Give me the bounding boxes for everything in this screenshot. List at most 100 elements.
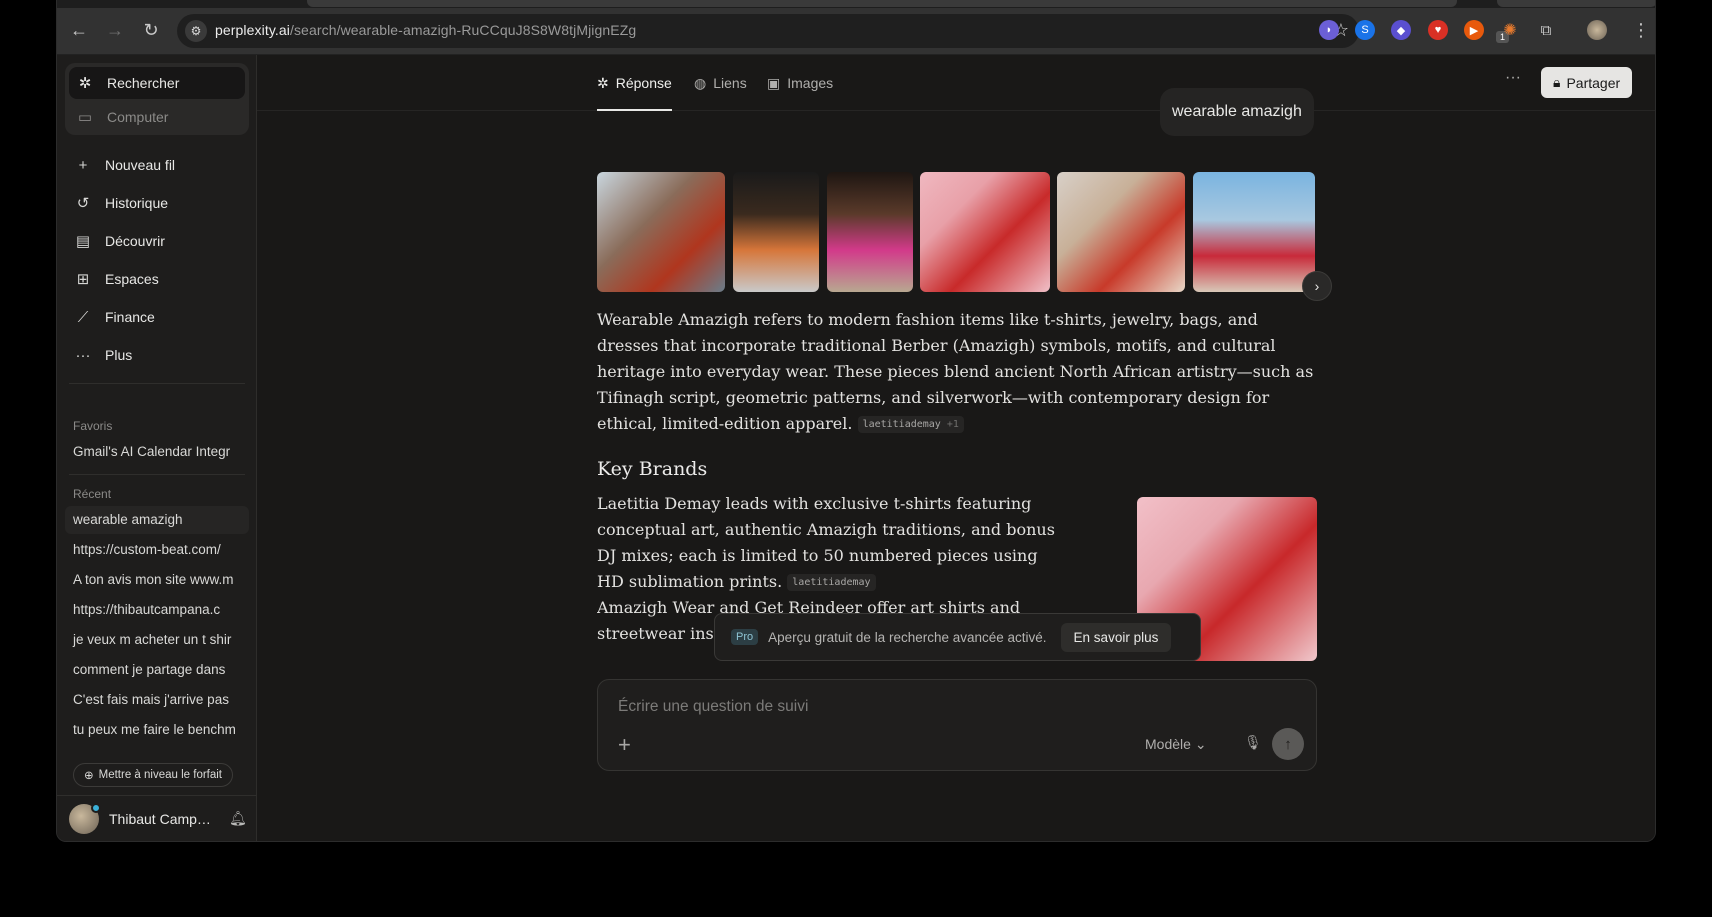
divider bbox=[69, 474, 245, 475]
avatar[interactable] bbox=[69, 803, 101, 834]
nav-discover[interactable]: ▤ Découvrir bbox=[65, 223, 249, 259]
bell-icon[interactable]: 🔔︎ bbox=[229, 810, 247, 827]
plus-icon[interactable]: + bbox=[618, 732, 631, 758]
nav-label: Découvrir bbox=[105, 233, 165, 249]
result-image[interactable] bbox=[1193, 172, 1315, 292]
pro-badge: Pro bbox=[731, 629, 759, 645]
claude-extension-icon[interactable]: ✺ bbox=[1500, 20, 1520, 40]
follow-up-box: Écrire une question de suivi + Modèle ⌄ … bbox=[597, 679, 1317, 771]
mode-label: Rechercher bbox=[107, 75, 180, 91]
nav-label: Plus bbox=[105, 347, 133, 363]
upgrade-button[interactable]: ⊕ Mettre à niveau le forfait bbox=[73, 763, 234, 787]
laptop-icon: ▭ bbox=[77, 109, 93, 126]
recent-item[interactable]: tu peux me faire le benchm bbox=[65, 716, 249, 744]
extension-icon[interactable]: ◆ bbox=[1391, 20, 1411, 40]
kebab-menu-icon[interactable]: ⋮ bbox=[1629, 18, 1653, 42]
tab-label: Images bbox=[787, 75, 834, 91]
recent-item[interactable]: C'est fais mais j'arrive pas bbox=[65, 686, 249, 714]
mode-switcher: ✲ Rechercher ▭ Computer bbox=[65, 63, 249, 135]
nav-more[interactable]: ··· Plus bbox=[65, 337, 249, 373]
result-image[interactable] bbox=[920, 172, 1050, 292]
site-settings-icon[interactable]: ⚙ bbox=[185, 20, 207, 42]
recent-item[interactable]: https://thibautcampana.c bbox=[65, 596, 249, 624]
answer-text: Wearable Amazigh refers to modern fashio… bbox=[597, 310, 1314, 433]
favorites-label: Favoris bbox=[73, 419, 113, 433]
history-icon: ↺ bbox=[76, 195, 90, 212]
address-bar[interactable]: ⚙ perplexity.ai/search/wearable-amazigh-… bbox=[177, 14, 1359, 48]
citation-chip[interactable]: laetitiademay bbox=[787, 574, 876, 591]
nav-new-thread[interactable]: + Nouveau fil bbox=[65, 147, 249, 183]
model-selector[interactable]: Modèle ⌄ bbox=[1145, 736, 1207, 753]
chevron-right-icon[interactable]: › bbox=[1302, 271, 1332, 301]
lock-icon: 🔒︎ bbox=[1553, 74, 1561, 90]
tab-images[interactable]: ▣ Images bbox=[767, 75, 833, 111]
nav-label: Nouveau fil bbox=[105, 157, 176, 173]
back-icon[interactable]: ← bbox=[67, 18, 91, 42]
url-host: perplexity.ai bbox=[215, 22, 290, 38]
recent-item[interactable]: comment je partage dans bbox=[65, 656, 249, 684]
result-image[interactable] bbox=[597, 172, 725, 292]
citation-source: laetitiademay bbox=[862, 419, 941, 430]
extension-icon[interactable]: S bbox=[1355, 20, 1375, 40]
citation-count: +1 bbox=[946, 419, 959, 430]
more-options-icon[interactable]: ··· bbox=[1505, 69, 1521, 87]
tab-label: Liens bbox=[713, 75, 747, 91]
answer-tabs-bar: ✲ Réponse ◍ Liens ▣ Images ··· 🔒︎ Partager bbox=[257, 55, 1655, 111]
microphone-icon[interactable]: 🎙︎ bbox=[1244, 734, 1262, 751]
recent-item[interactable]: je veux m acheter un t shir bbox=[65, 626, 249, 654]
spaces-icon: ⊞ bbox=[76, 271, 90, 288]
send-arrow-icon[interactable]: ↑ bbox=[1272, 728, 1304, 760]
mode-rechercher[interactable]: ✲ Rechercher bbox=[69, 67, 245, 99]
browser-toolbar: ← → ↻ ⚙ perplexity.ai/search/wearable-am… bbox=[57, 0, 1655, 55]
url-text[interactable]: perplexity.ai/search/wearable-amazigh-Ru… bbox=[215, 22, 636, 38]
perplexity-icon: ✲ bbox=[78, 75, 92, 92]
citation-source: laetitiademay bbox=[792, 577, 871, 588]
nav-history[interactable]: ↺ Historique bbox=[65, 185, 249, 221]
browser-tab[interactable] bbox=[307, 0, 1457, 7]
profile-avatar[interactable] bbox=[1587, 20, 1607, 40]
mode-computer[interactable]: ▭ Computer bbox=[69, 101, 245, 133]
recent-item[interactable]: A ton avis mon site www.m bbox=[65, 566, 249, 594]
answer-paragraph: Laetitia Demay leads with exclusive t-sh… bbox=[597, 491, 1067, 595]
extension-icon[interactable]: ◗ bbox=[1319, 20, 1339, 40]
discover-icon: ▤ bbox=[75, 233, 91, 250]
result-image[interactable] bbox=[733, 172, 819, 292]
learn-more-button[interactable]: En savoir plus bbox=[1060, 622, 1172, 652]
follow-up-input[interactable]: Écrire une question de suivi bbox=[618, 698, 808, 716]
arrow-up-circle-icon: ⊕ bbox=[84, 770, 94, 782]
nav-label: Espaces bbox=[105, 271, 159, 287]
result-image[interactable] bbox=[1057, 172, 1185, 292]
result-image[interactable] bbox=[827, 172, 913, 292]
favorite-item[interactable]: Gmail's AI Calendar Integr bbox=[65, 438, 249, 466]
model-label: Modèle bbox=[1145, 736, 1191, 752]
tab-strip bbox=[57, 0, 1655, 8]
tab-links[interactable]: ◍ Liens bbox=[694, 75, 747, 111]
recent-item[interactable]: https://custom-beat.com/ bbox=[65, 536, 249, 564]
recent-label: Récent bbox=[73, 487, 112, 501]
extension-icon[interactable]: ▶ bbox=[1464, 20, 1484, 40]
extension-icon[interactable]: ♥ bbox=[1428, 20, 1448, 40]
chevron-down-icon: ⌄ bbox=[1194, 736, 1207, 752]
nav-finance[interactable]: ⟋ Finance bbox=[65, 299, 249, 335]
perplexity-icon: ✲ bbox=[597, 75, 609, 91]
citation-chip[interactable]: laetitiademay +1 bbox=[857, 416, 964, 433]
chart-icon: ⟋ bbox=[77, 308, 89, 326]
url-path: /search/wearable-amazigh-RuCCquJ8S8W8tjM… bbox=[289, 22, 637, 38]
browser-tab[interactable] bbox=[1497, 0, 1655, 7]
reload-icon[interactable]: ↻ bbox=[139, 18, 163, 42]
mode-label: Computer bbox=[107, 109, 169, 125]
nav-label: Historique bbox=[105, 195, 169, 211]
tab-label: Réponse bbox=[615, 75, 672, 91]
answer-paragraph: Wearable Amazigh refers to modern fashio… bbox=[597, 307, 1317, 437]
nav-spaces[interactable]: ⊞ Espaces bbox=[65, 261, 249, 297]
recent-item[interactable]: wearable amazigh bbox=[65, 506, 249, 534]
pro-toast: Pro Aperçu gratuit de la recherche avanc… bbox=[714, 613, 1201, 661]
forward-icon[interactable]: → bbox=[103, 18, 127, 42]
extensions-puzzle-icon[interactable]: ⧉ bbox=[1536, 20, 1556, 40]
image-icon: ▣ bbox=[767, 75, 781, 91]
tab-answer[interactable]: ✲ Réponse bbox=[597, 75, 672, 111]
share-button[interactable]: 🔒︎ Partager bbox=[1541, 67, 1633, 98]
user-name[interactable]: Thibaut Camp… bbox=[109, 811, 211, 827]
upgrade-label: Mettre à niveau le forfait bbox=[98, 769, 223, 781]
share-label: Partager bbox=[1566, 74, 1621, 91]
